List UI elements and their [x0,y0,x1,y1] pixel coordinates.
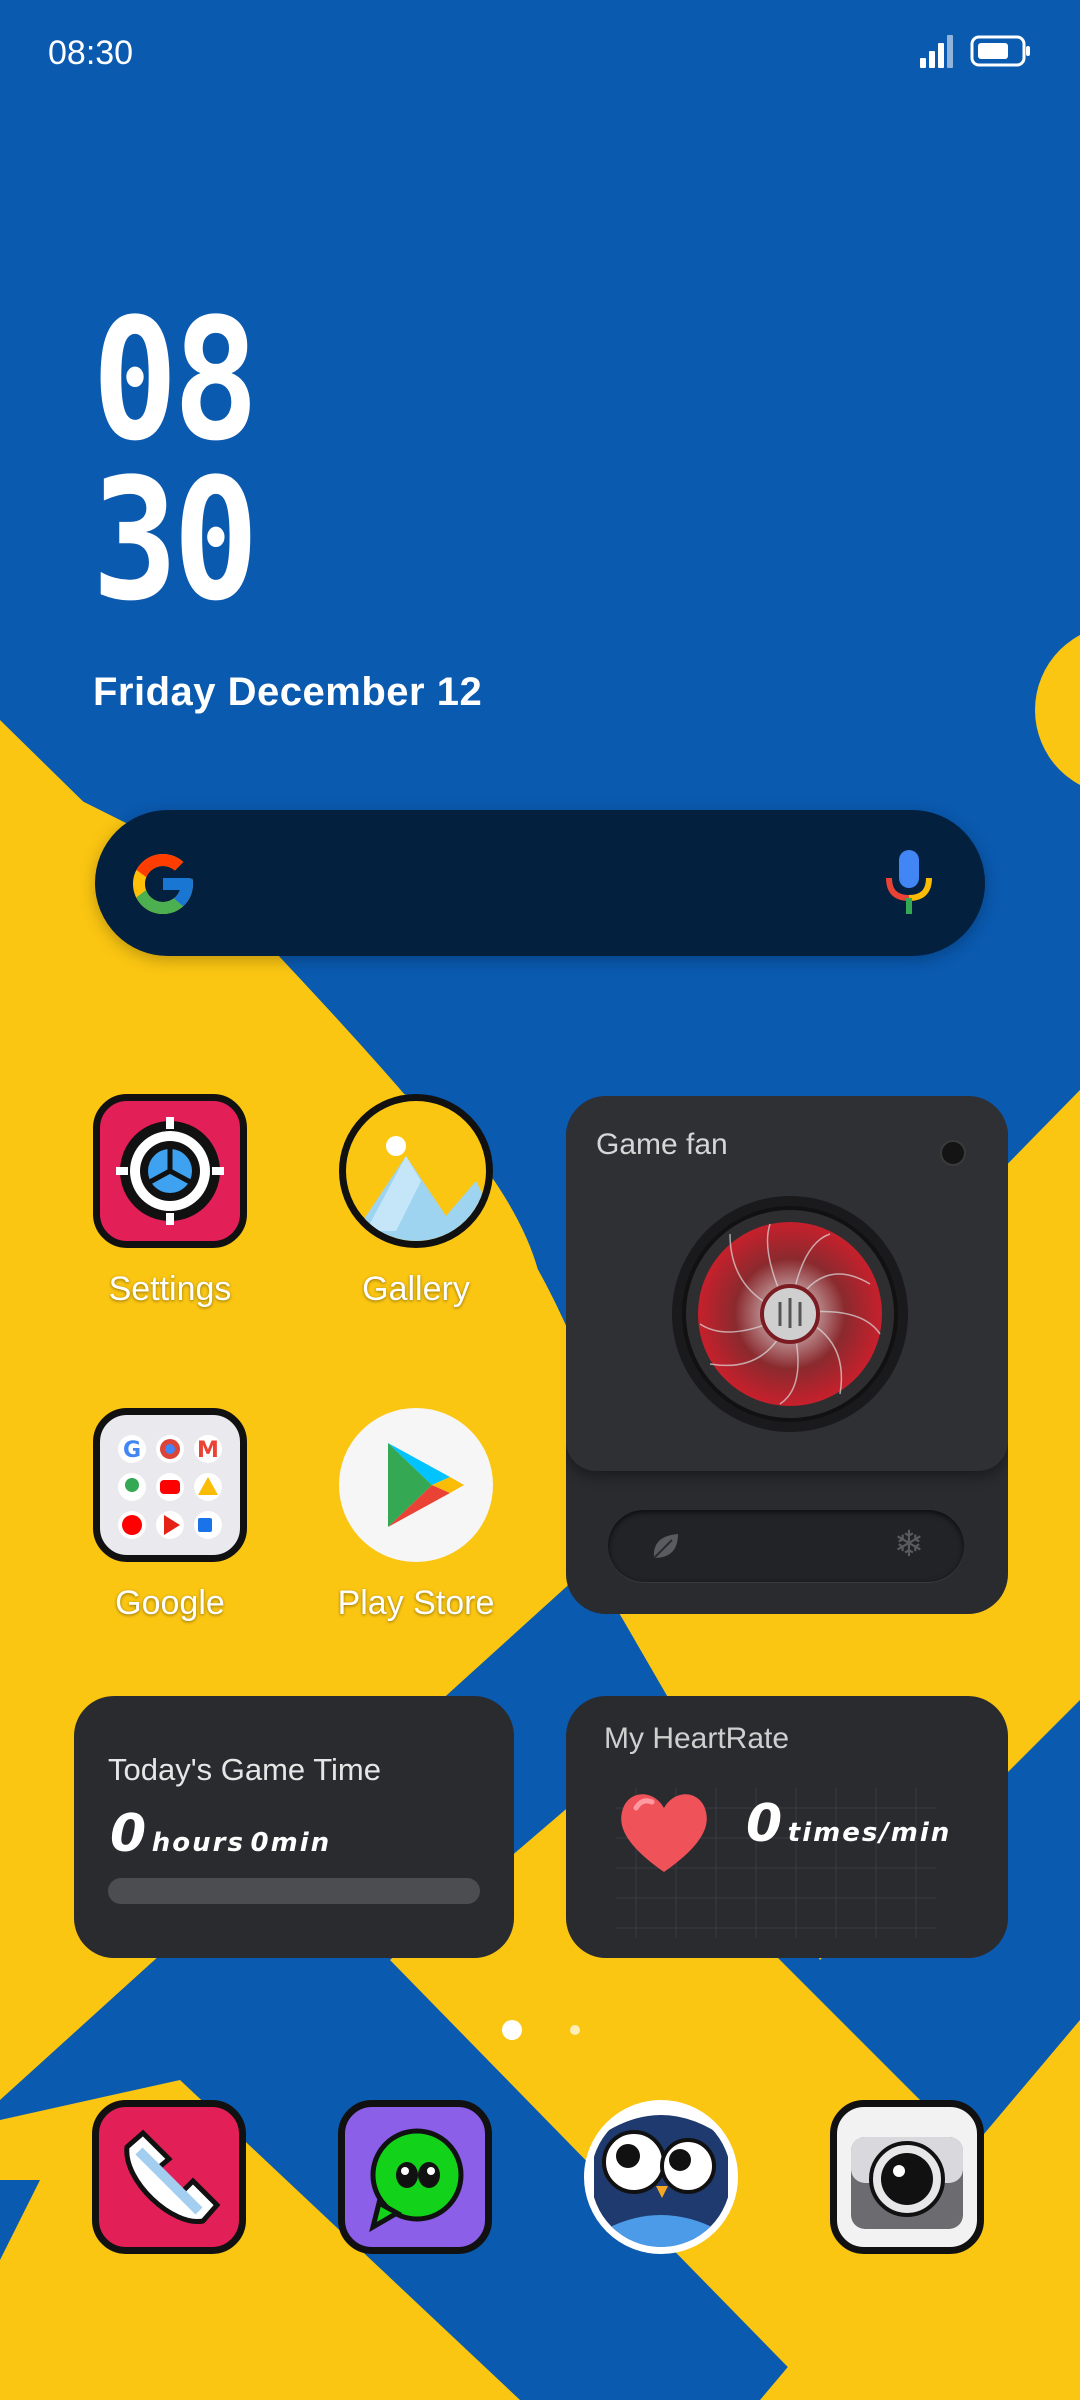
dock-phone[interactable] [92,2100,246,2254]
heartrate-widget[interactable]: My HeartRate 0 times/min [566,1696,1008,1958]
dock-camera[interactable] [830,2100,984,2254]
fan-icon[interactable] [670,1194,910,1439]
dock-messages[interactable] [338,2100,492,2254]
google-g-icon [127,848,199,925]
signal-icon [920,34,956,77]
game-time-minutes: 0min [250,1828,332,1858]
heartrate-title: My HeartRate [604,1722,790,1755]
game-time-progress-bar [108,1878,480,1904]
app-play-store[interactable]: Play Store [316,1408,516,1623]
heartrate-number: 0 [746,1794,783,1854]
game-time-title: Today's Game Time [108,1752,381,1787]
game-fan-widget[interactable]: Game fan ❄ [566,1096,1008,1614]
phone-icon [92,2100,246,2254]
fan-panel: Game fan [566,1096,1008,1471]
app-label: Google [115,1584,225,1622]
messages-icon [338,2100,492,2254]
status-bar: 08:30 [48,30,1032,78]
google-search-bar[interactable] [95,810,985,956]
fan-title: Game fan [596,1128,728,1161]
app-settings[interactable]: Settings [70,1094,270,1309]
gallery-icon [339,1094,493,1248]
google-folder-icon: G M [93,1408,247,1562]
clock-hours: 08 [92,282,259,478]
app-label: Gallery [362,1270,470,1308]
fan-mode-switch[interactable]: ❄ [608,1510,964,1582]
game-time-hours: 0 [110,1804,147,1864]
status-time: 08:30 [48,34,134,72]
clock-widget[interactable]: 08 30 [92,282,282,638]
snowflake-icon[interactable]: ❄ [894,1526,924,1562]
heartrate-value: 0 times/min [746,1794,951,1854]
mic-icon[interactable] [885,850,933,921]
page-indicator[interactable] [500,2018,580,2047]
leaf-icon[interactable] [648,1528,684,1569]
game-time-value: 0 hours 0min [110,1804,331,1864]
app-gallery[interactable]: Gallery [316,1094,516,1309]
heartrate-unit: times/min [787,1818,952,1848]
heart-icon [614,1786,714,1881]
page-dot-active [502,2020,522,2040]
app-label: Play Store [337,1584,495,1622]
game-time-hours-unit: hours [151,1828,245,1858]
clock-minutes: 30 [92,442,259,638]
svg-text:M: M [197,1438,219,1463]
svg-text:G: G [123,1438,141,1463]
app-label: Settings [108,1270,232,1308]
battery-icon [970,35,1032,76]
settings-icon [93,1094,247,1248]
app-google-folder[interactable]: G M Google [70,1408,270,1623]
play-store-icon [339,1408,493,1562]
camera-icon [830,2100,984,2254]
fan-indicator [940,1140,966,1166]
date-label[interactable]: Friday December 12 [93,670,482,715]
dock-owl-app[interactable] [584,2100,738,2254]
owl-app-icon [584,2100,738,2254]
page-dot [570,2025,580,2035]
game-time-widget[interactable]: Today's Game Time 0 hours 0min [74,1696,514,1958]
